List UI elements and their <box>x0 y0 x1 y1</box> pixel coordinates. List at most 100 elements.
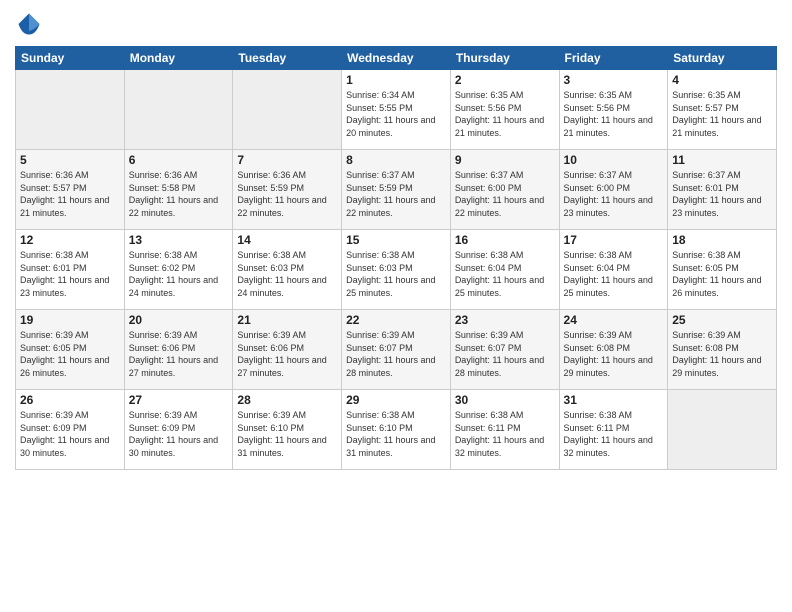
day-info: Sunrise: 6:36 AM Sunset: 5:59 PM Dayligh… <box>237 169 337 219</box>
day-number: 31 <box>564 393 664 407</box>
day-info: Sunrise: 6:39 AM Sunset: 6:08 PM Dayligh… <box>564 329 664 379</box>
header-day: Saturday <box>668 47 777 70</box>
day-info: Sunrise: 6:38 AM Sunset: 6:04 PM Dayligh… <box>564 249 664 299</box>
header-day: Monday <box>124 47 233 70</box>
page: SundayMondayTuesdayWednesdayThursdayFrid… <box>0 0 792 612</box>
calendar-cell <box>668 390 777 470</box>
day-info: Sunrise: 6:38 AM Sunset: 6:01 PM Dayligh… <box>20 249 120 299</box>
calendar-cell: 25 Sunrise: 6:39 AM Sunset: 6:08 PM Dayli… <box>668 310 777 390</box>
calendar-cell: 27 Sunrise: 6:39 AM Sunset: 6:09 PM Dayli… <box>124 390 233 470</box>
calendar-cell: 17 Sunrise: 6:38 AM Sunset: 6:04 PM Dayli… <box>559 230 668 310</box>
day-number: 26 <box>20 393 120 407</box>
day-info: Sunrise: 6:38 AM Sunset: 6:02 PM Dayligh… <box>129 249 229 299</box>
calendar-cell: 4Sunrise: 6:35 AM Sunset: 5:57 PM Daylig… <box>668 70 777 150</box>
calendar-cell: 31 Sunrise: 6:38 AM Sunset: 6:11 PM Dayli… <box>559 390 668 470</box>
day-number: 3 <box>564 73 664 87</box>
calendar-row: 19 Sunrise: 6:39 AM Sunset: 6:05 PM Dayli… <box>16 310 777 390</box>
day-number: 6 <box>129 153 229 167</box>
day-number: 9 <box>455 153 555 167</box>
calendar-cell: 12 Sunrise: 6:38 AM Sunset: 6:01 PM Dayli… <box>16 230 125 310</box>
day-number: 21 <box>237 313 337 327</box>
day-number: 11 <box>672 153 772 167</box>
calendar-cell: 15 Sunrise: 6:38 AM Sunset: 6:03 PM Dayli… <box>342 230 451 310</box>
calendar-cell: 22 Sunrise: 6:39 AM Sunset: 6:07 PM Dayli… <box>342 310 451 390</box>
calendar-cell: 21 Sunrise: 6:39 AM Sunset: 6:06 PM Dayli… <box>233 310 342 390</box>
calendar-cell: 18 Sunrise: 6:38 AM Sunset: 6:05 PM Dayli… <box>668 230 777 310</box>
calendar-cell: 10Sunrise: 6:37 AM Sunset: 6:00 PM Dayli… <box>559 150 668 230</box>
day-number: 19 <box>20 313 120 327</box>
header-day: Wednesday <box>342 47 451 70</box>
day-info: Sunrise: 6:39 AM Sunset: 6:06 PM Dayligh… <box>237 329 337 379</box>
day-number: 24 <box>564 313 664 327</box>
day-info: Sunrise: 6:37 AM Sunset: 6:01 PM Dayligh… <box>672 169 772 219</box>
calendar-cell <box>16 70 125 150</box>
day-info: Sunrise: 6:39 AM Sunset: 6:05 PM Dayligh… <box>20 329 120 379</box>
day-number: 12 <box>20 233 120 247</box>
calendar-cell: 6 Sunrise: 6:36 AM Sunset: 5:58 PM Daylig… <box>124 150 233 230</box>
day-info: Sunrise: 6:38 AM Sunset: 6:04 PM Dayligh… <box>455 249 555 299</box>
calendar-row: 26 Sunrise: 6:39 AM Sunset: 6:09 PM Dayli… <box>16 390 777 470</box>
header-day: Sunday <box>16 47 125 70</box>
day-info: Sunrise: 6:39 AM Sunset: 6:09 PM Dayligh… <box>20 409 120 459</box>
calendar-cell: 26 Sunrise: 6:39 AM Sunset: 6:09 PM Dayli… <box>16 390 125 470</box>
calendar-cell: 7 Sunrise: 6:36 AM Sunset: 5:59 PM Daylig… <box>233 150 342 230</box>
day-number: 29 <box>346 393 446 407</box>
day-number: 16 <box>455 233 555 247</box>
calendar-cell: 28 Sunrise: 6:39 AM Sunset: 6:10 PM Dayli… <box>233 390 342 470</box>
header-day: Tuesday <box>233 47 342 70</box>
day-number: 5 <box>20 153 120 167</box>
day-number: 14 <box>237 233 337 247</box>
day-number: 2 <box>455 73 555 87</box>
day-number: 23 <box>455 313 555 327</box>
day-number: 30 <box>455 393 555 407</box>
day-number: 13 <box>129 233 229 247</box>
day-info: Sunrise: 6:39 AM Sunset: 6:08 PM Dayligh… <box>672 329 772 379</box>
day-info: Sunrise: 6:38 AM Sunset: 6:11 PM Dayligh… <box>455 409 555 459</box>
calendar-table: SundayMondayTuesdayWednesdayThursdayFrid… <box>15 46 777 470</box>
header-day: Friday <box>559 47 668 70</box>
day-number: 28 <box>237 393 337 407</box>
day-number: 7 <box>237 153 337 167</box>
day-number: 18 <box>672 233 772 247</box>
day-info: Sunrise: 6:38 AM Sunset: 6:03 PM Dayligh… <box>346 249 446 299</box>
day-number: 1 <box>346 73 446 87</box>
day-info: Sunrise: 6:39 AM Sunset: 6:10 PM Dayligh… <box>237 409 337 459</box>
calendar-cell: 13 Sunrise: 6:38 AM Sunset: 6:02 PM Dayli… <box>124 230 233 310</box>
day-number: 25 <box>672 313 772 327</box>
calendar-cell: 2 Sunrise: 6:35 AM Sunset: 5:56 PM Daylig… <box>450 70 559 150</box>
logo <box>15 10 45 38</box>
day-info: Sunrise: 6:36 AM Sunset: 5:58 PM Dayligh… <box>129 169 229 219</box>
day-info: Sunrise: 6:39 AM Sunset: 6:07 PM Dayligh… <box>455 329 555 379</box>
header-row: SundayMondayTuesdayWednesdayThursdayFrid… <box>16 47 777 70</box>
day-number: 27 <box>129 393 229 407</box>
logo-icon <box>15 10 43 38</box>
calendar-cell: 19 Sunrise: 6:39 AM Sunset: 6:05 PM Dayli… <box>16 310 125 390</box>
day-number: 10 <box>564 153 664 167</box>
day-number: 20 <box>129 313 229 327</box>
calendar-row: 1Sunrise: 6:34 AM Sunset: 5:55 PM Daylig… <box>16 70 777 150</box>
header <box>15 10 777 38</box>
day-number: 17 <box>564 233 664 247</box>
day-number: 22 <box>346 313 446 327</box>
calendar-cell: 24 Sunrise: 6:39 AM Sunset: 6:08 PM Dayli… <box>559 310 668 390</box>
day-info: Sunrise: 6:39 AM Sunset: 6:07 PM Dayligh… <box>346 329 446 379</box>
day-info: Sunrise: 6:37 AM Sunset: 5:59 PM Dayligh… <box>346 169 446 219</box>
calendar-cell: 20Sunrise: 6:39 AM Sunset: 6:06 PM Dayli… <box>124 310 233 390</box>
calendar-cell: 16 Sunrise: 6:38 AM Sunset: 6:04 PM Dayli… <box>450 230 559 310</box>
calendar-cell: 5 Sunrise: 6:36 AM Sunset: 5:57 PM Daylig… <box>16 150 125 230</box>
day-number: 15 <box>346 233 446 247</box>
day-info: Sunrise: 6:38 AM Sunset: 6:05 PM Dayligh… <box>672 249 772 299</box>
day-info: Sunrise: 6:35 AM Sunset: 5:56 PM Dayligh… <box>455 89 555 139</box>
calendar-row: 12 Sunrise: 6:38 AM Sunset: 6:01 PM Dayli… <box>16 230 777 310</box>
day-info: Sunrise: 6:36 AM Sunset: 5:57 PM Dayligh… <box>20 169 120 219</box>
day-info: Sunrise: 6:38 AM Sunset: 6:11 PM Dayligh… <box>564 409 664 459</box>
day-info: Sunrise: 6:38 AM Sunset: 6:10 PM Dayligh… <box>346 409 446 459</box>
day-info: Sunrise: 6:38 AM Sunset: 6:03 PM Dayligh… <box>237 249 337 299</box>
day-number: 8 <box>346 153 446 167</box>
calendar-cell: 11 Sunrise: 6:37 AM Sunset: 6:01 PM Dayli… <box>668 150 777 230</box>
day-info: Sunrise: 6:39 AM Sunset: 6:09 PM Dayligh… <box>129 409 229 459</box>
calendar-cell: 14 Sunrise: 6:38 AM Sunset: 6:03 PM Dayli… <box>233 230 342 310</box>
day-number: 4 <box>672 73 772 87</box>
header-day: Thursday <box>450 47 559 70</box>
day-info: Sunrise: 6:37 AM Sunset: 6:00 PM Dayligh… <box>455 169 555 219</box>
